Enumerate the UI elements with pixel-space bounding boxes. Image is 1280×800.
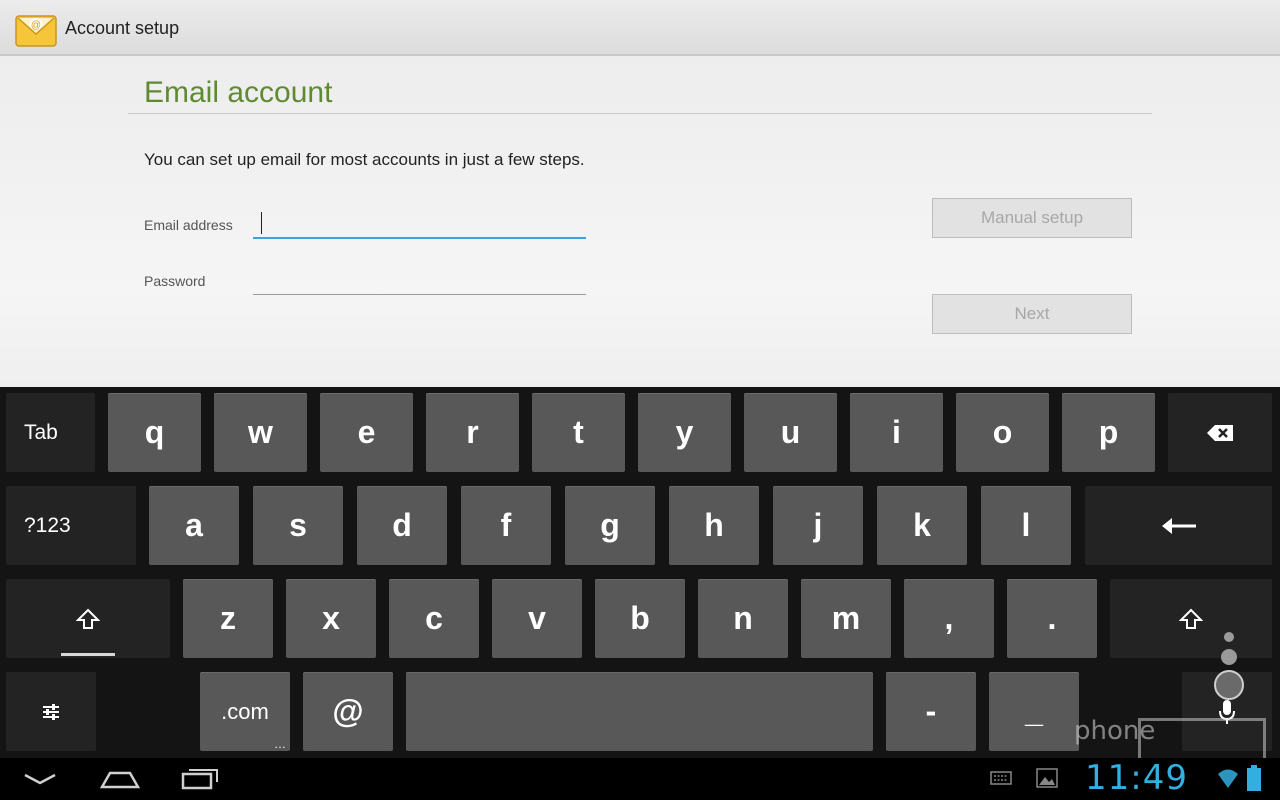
key-g[interactable]: g	[565, 486, 655, 565]
key-w[interactable]: w	[214, 393, 307, 472]
keyboard-settings-key[interactable]	[6, 672, 96, 751]
key-b[interactable]: b	[595, 579, 685, 658]
keyboard-icon	[990, 771, 1012, 785]
key-i[interactable]: i	[850, 393, 943, 472]
text-caret	[261, 212, 262, 234]
key-v[interactable]: v	[492, 579, 582, 658]
com-key[interactable]: .com …	[200, 672, 290, 751]
key-j[interactable]: j	[773, 486, 863, 565]
backspace-key[interactable]	[1168, 393, 1272, 472]
key-x[interactable]: x	[286, 579, 376, 658]
key-s[interactable]: s	[253, 486, 343, 565]
key-h[interactable]: h	[669, 486, 759, 565]
voice-hint-dots	[1214, 632, 1244, 700]
more-indicator: …	[274, 737, 286, 751]
intro-text: You can set up email for most accounts i…	[144, 150, 585, 169]
key-k[interactable]: k	[877, 486, 967, 565]
shift-indicator	[61, 653, 115, 656]
next-button[interactable]: Next	[932, 294, 1132, 334]
key-z[interactable]: z	[183, 579, 273, 658]
key-period[interactable]: .	[1007, 579, 1097, 658]
key-q[interactable]: q	[108, 393, 201, 472]
at-key[interactable]: @	[303, 672, 393, 751]
recent-apps-button[interactable]	[170, 764, 230, 794]
shift-key-left[interactable]	[6, 579, 170, 658]
soft-keyboard: Tab q w e r t y u i o p ?123 a s d f g h…	[0, 387, 1280, 758]
email-field[interactable]	[253, 209, 586, 239]
backspace-icon	[1207, 424, 1233, 441]
settings-icon	[43, 703, 59, 720]
shift-icon	[1179, 608, 1203, 629]
manual-setup-button[interactable]: Manual setup	[932, 198, 1132, 238]
system-nav-bar: 11:49	[0, 758, 1280, 800]
key-l[interactable]: l	[981, 486, 1071, 565]
key-p[interactable]: p	[1062, 393, 1155, 472]
section-title: Email account	[144, 76, 333, 109]
key-n[interactable]: n	[698, 579, 788, 658]
key-d[interactable]: d	[357, 486, 447, 565]
key-c[interactable]: c	[389, 579, 479, 658]
home-icon	[100, 771, 140, 789]
battery-icon	[1247, 765, 1261, 791]
key-m[interactable]: m	[801, 579, 891, 658]
shift-icon	[76, 608, 100, 629]
email-label: Email address	[144, 217, 233, 233]
key-e[interactable]: e	[320, 393, 413, 472]
key-f[interactable]: f	[461, 486, 551, 565]
dash-key[interactable]: -	[886, 672, 976, 751]
recent-apps-icon	[181, 769, 218, 790]
screen: @ Account setup Email account You can se…	[0, 0, 1280, 800]
email-app-icon[interactable]: @	[14, 10, 58, 48]
home-button[interactable]	[90, 764, 150, 794]
back-icon	[24, 773, 56, 785]
section-divider	[128, 113, 1152, 114]
enter-key[interactable]	[1085, 486, 1272, 565]
key-y[interactable]: y	[638, 393, 731, 472]
gallery-icon	[1036, 768, 1058, 788]
key-comma[interactable]: ,	[904, 579, 994, 658]
app-title: Account setup	[65, 18, 180, 38]
clock: 11:49	[1085, 758, 1188, 798]
action-bar: @ Account setup	[0, 0, 1280, 56]
password-label: Password	[144, 273, 206, 289]
enter-icon	[1161, 517, 1196, 534]
key-r[interactable]: r	[426, 393, 519, 472]
key-a[interactable]: a	[149, 486, 239, 565]
key-u[interactable]: u	[744, 393, 837, 472]
key-o[interactable]: o	[956, 393, 1049, 472]
tab-key[interactable]: Tab	[6, 393, 95, 472]
watermark-text: phone	[1074, 716, 1156, 746]
password-field[interactable]	[253, 265, 586, 295]
svg-text:@: @	[31, 20, 41, 31]
key-t[interactable]: t	[532, 393, 625, 472]
account-setup-form: Email account You can set up email for m…	[0, 56, 1280, 387]
com-key-label: .com	[221, 698, 269, 724]
space-key[interactable]	[406, 672, 873, 751]
wifi-icon	[1218, 769, 1238, 788]
back-button[interactable]	[10, 764, 70, 794]
underscore-key[interactable]: _	[989, 672, 1079, 751]
symbols-key[interactable]: ?123	[6, 486, 136, 565]
